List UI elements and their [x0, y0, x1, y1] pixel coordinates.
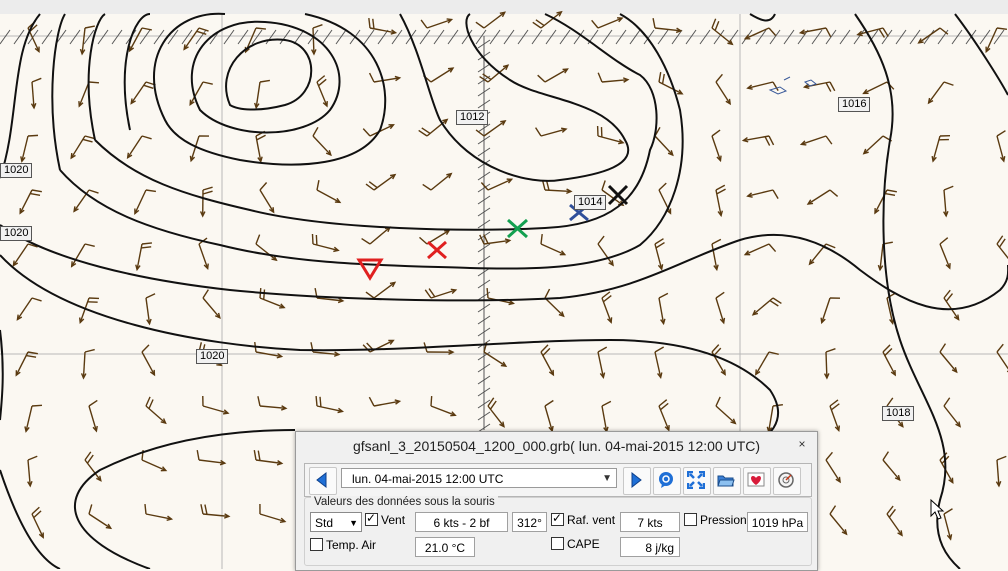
- cape-label: CAPE: [567, 537, 600, 551]
- pressure-value: 1019 hPa: [747, 512, 808, 532]
- checkbox-unchecked[interactable]: [684, 513, 697, 526]
- values-group-title: Valeurs des données sous la souris: [311, 496, 498, 508]
- chat-bubble-icon: [657, 471, 675, 489]
- std-select-value: Std: [315, 516, 333, 530]
- checkbox-unchecked[interactable]: [310, 538, 323, 551]
- fullscreen-button[interactable]: [683, 467, 711, 495]
- wind-direction-value: 312°: [512, 512, 547, 532]
- fullscreen-icon: [687, 471, 705, 489]
- checkbox-unchecked[interactable]: [551, 537, 564, 550]
- settings-gauge-icon: [777, 471, 795, 489]
- cape-value: 8 j/kg: [620, 537, 680, 557]
- std-select[interactable]: Std ▼: [310, 512, 362, 532]
- checkbox-checked[interactable]: [551, 513, 564, 526]
- grib-data-panel[interactable]: gfsanl_3_20150504_1200_000.grb( lun. 04-…: [295, 431, 818, 571]
- close-icon[interactable]: ×: [793, 437, 811, 452]
- gust-value: 7 kts: [620, 512, 680, 532]
- favorites-icon: [747, 471, 765, 489]
- isobar-label: 1020: [0, 163, 32, 178]
- date-select-value: lun. 04-mai-2015 12:00 UTC: [352, 472, 503, 486]
- checkbox-checked[interactable]: [365, 513, 378, 526]
- wind-label: Vent: [381, 513, 405, 527]
- isobar-label: 1014: [574, 195, 606, 210]
- chevron-down-icon: ▼: [602, 469, 612, 489]
- chat-bubble-button[interactable]: [653, 467, 681, 495]
- isobar-label: 1016: [838, 97, 870, 112]
- prev-arrow-icon: [313, 471, 331, 489]
- wind-checkbox[interactable]: Vent: [365, 513, 405, 527]
- open-folder-button[interactable]: [713, 467, 741, 495]
- gust-label: Raf. vent: [567, 513, 615, 527]
- cape-checkbox[interactable]: CAPE: [551, 537, 600, 551]
- pressure-label: Pression: [700, 513, 747, 527]
- date-select[interactable]: lun. 04-mai-2015 12:00 UTC ▼: [341, 468, 617, 488]
- prev-date-button[interactable]: [309, 467, 337, 495]
- air-temp-checkbox[interactable]: Temp. Air: [310, 538, 376, 552]
- pressure-checkbox[interactable]: Pression: [684, 513, 747, 527]
- gust-checkbox[interactable]: Raf. vent: [551, 513, 615, 527]
- isobar-label: 1018: [882, 406, 914, 421]
- values-group: Valeurs des données sous la souris Std ▼…: [304, 497, 812, 566]
- air-temp-label: Temp. Air: [326, 538, 376, 552]
- isobar-label: 1012: [456, 110, 488, 125]
- settings-gauge-button[interactable]: [773, 467, 801, 495]
- favorites-button[interactable]: [743, 467, 771, 495]
- chevron-down-icon: ▼: [349, 513, 358, 533]
- air-temp-value: 21.0 °C: [415, 537, 475, 557]
- next-arrow-icon: [627, 471, 645, 489]
- panel-title: gfsanl_3_20150504_1200_000.grb( lun. 04-…: [296, 432, 817, 460]
- isobar-label: 1020: [0, 226, 32, 241]
- next-date-button[interactable]: [623, 467, 651, 495]
- isobar-label: 1020: [196, 349, 228, 364]
- wind-value: 6 kts - 2 bf: [415, 512, 508, 532]
- panel-toolbar: lun. 04-mai-2015 12:00 UTC ▼: [304, 463, 812, 497]
- open-folder-icon: [717, 471, 735, 489]
